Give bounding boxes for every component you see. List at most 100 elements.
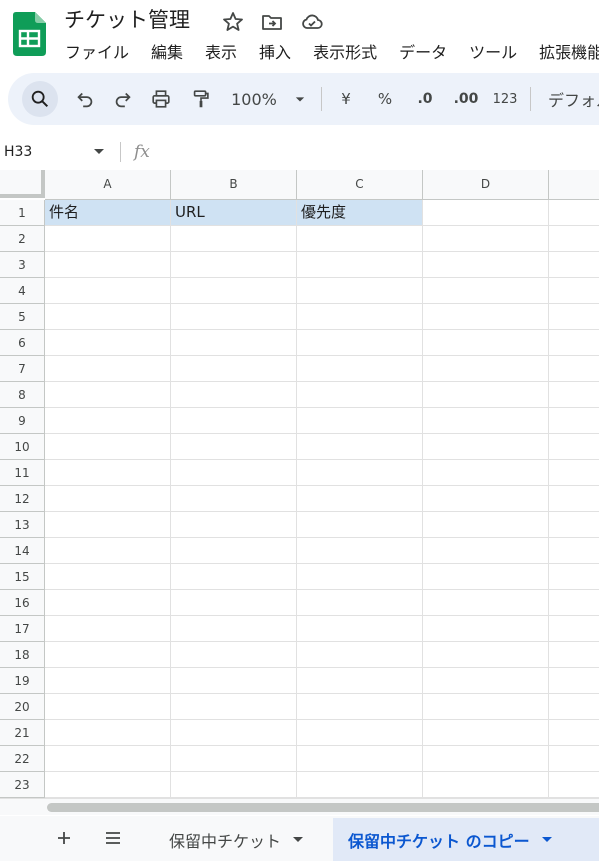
row-header[interactable]: 2 [0, 226, 45, 252]
search-menus-icon[interactable] [22, 81, 58, 117]
cell[interactable] [423, 564, 549, 590]
cell[interactable] [297, 226, 423, 252]
undo-icon[interactable] [70, 73, 100, 125]
cell[interactable] [549, 278, 599, 304]
cell[interactable] [297, 330, 423, 356]
cell[interactable] [423, 304, 549, 330]
cell[interactable] [549, 460, 599, 486]
cell[interactable] [549, 356, 599, 382]
cell[interactable] [423, 278, 549, 304]
row-header[interactable]: 5 [0, 304, 45, 330]
header-cell[interactable]: URL [171, 200, 297, 226]
row-header[interactable]: 17 [0, 616, 45, 642]
cell[interactable] [423, 226, 549, 252]
decrease-decimal-button[interactable]: .0 [410, 73, 440, 125]
menu-tools[interactable]: ツール [458, 40, 528, 66]
cloud-saved-icon[interactable] [300, 10, 324, 34]
row-header[interactable]: 15 [0, 564, 45, 590]
cell[interactable] [549, 304, 599, 330]
cell[interactable] [45, 460, 171, 486]
increase-decimal-button[interactable]: .00 [448, 73, 484, 125]
row-header[interactable]: 4 [0, 278, 45, 304]
row-header[interactable]: 13 [0, 512, 45, 538]
cell[interactable] [297, 564, 423, 590]
cell[interactable] [171, 538, 297, 564]
cell[interactable] [171, 486, 297, 512]
percent-format-button[interactable]: % [373, 73, 397, 125]
cell[interactable] [423, 642, 549, 668]
select-all-corner[interactable] [0, 170, 45, 198]
row-header[interactable]: 1 [0, 200, 45, 226]
zoom-dropdown-icon[interactable] [290, 73, 310, 125]
cell[interactable] [549, 512, 599, 538]
cell[interactable] [423, 356, 549, 382]
row-header[interactable]: 18 [0, 642, 45, 668]
cell[interactable] [549, 616, 599, 642]
column-header-b[interactable]: B [171, 170, 297, 200]
cell[interactable] [297, 668, 423, 694]
cell[interactable] [423, 200, 549, 226]
row-header[interactable]: 16 [0, 590, 45, 616]
cell[interactable] [45, 720, 171, 746]
paint-format-icon[interactable] [186, 73, 216, 125]
row-header[interactable]: 8 [0, 382, 45, 408]
menu-view[interactable]: 表示 [194, 40, 248, 66]
cell[interactable] [45, 668, 171, 694]
menu-data[interactable]: データ [388, 40, 458, 66]
cell[interactable] [549, 668, 599, 694]
cell[interactable] [297, 694, 423, 720]
cell[interactable] [549, 720, 599, 746]
row-header[interactable]: 3 [0, 252, 45, 278]
cell[interactable] [297, 382, 423, 408]
column-header-a[interactable]: A [45, 170, 171, 200]
cell[interactable] [171, 564, 297, 590]
menu-format[interactable]: 表示形式 [302, 40, 388, 66]
cell[interactable] [423, 668, 549, 694]
cell[interactable] [45, 304, 171, 330]
cell[interactable] [171, 642, 297, 668]
cell[interactable] [549, 330, 599, 356]
menu-edit[interactable]: 編集 [140, 40, 194, 66]
cell[interactable] [423, 382, 549, 408]
row-header[interactable]: 20 [0, 694, 45, 720]
cell[interactable] [423, 408, 549, 434]
font-family-select[interactable]: デフォルト [548, 73, 599, 125]
cell[interactable] [171, 304, 297, 330]
cell[interactable] [45, 382, 171, 408]
cell[interactable] [45, 538, 171, 564]
move-to-folder-icon[interactable] [260, 10, 284, 34]
cell[interactable] [45, 564, 171, 590]
cell[interactable] [45, 486, 171, 512]
cell[interactable] [297, 278, 423, 304]
sheet-tab-dropdown-icon[interactable] [541, 837, 552, 842]
sheet-tab-dropdown-icon[interactable] [293, 837, 304, 842]
cell[interactable] [423, 694, 549, 720]
cell[interactable] [423, 720, 549, 746]
row-header[interactable]: 23 [0, 772, 45, 798]
cell[interactable] [549, 564, 599, 590]
cell[interactable] [171, 408, 297, 434]
currency-format-button[interactable]: ¥ [334, 73, 358, 125]
horizontal-scrollbar-thumb[interactable] [47, 803, 599, 812]
cell[interactable] [549, 772, 599, 798]
cell[interactable] [45, 772, 171, 798]
cell[interactable] [171, 668, 297, 694]
cell[interactable] [171, 772, 297, 798]
cell[interactable] [423, 460, 549, 486]
cell[interactable] [171, 720, 297, 746]
cell[interactable] [297, 642, 423, 668]
cell[interactable] [297, 460, 423, 486]
cell[interactable] [45, 642, 171, 668]
cell[interactable] [171, 694, 297, 720]
cell[interactable] [45, 330, 171, 356]
cell[interactable] [45, 252, 171, 278]
column-header-d[interactable]: D [423, 170, 549, 200]
cell[interactable] [297, 252, 423, 278]
cell[interactable] [297, 616, 423, 642]
row-header[interactable]: 22 [0, 746, 45, 772]
cell[interactable] [423, 512, 549, 538]
cell[interactable] [423, 252, 549, 278]
cell[interactable] [297, 746, 423, 772]
cell[interactable] [45, 226, 171, 252]
row-header[interactable]: 9 [0, 408, 45, 434]
